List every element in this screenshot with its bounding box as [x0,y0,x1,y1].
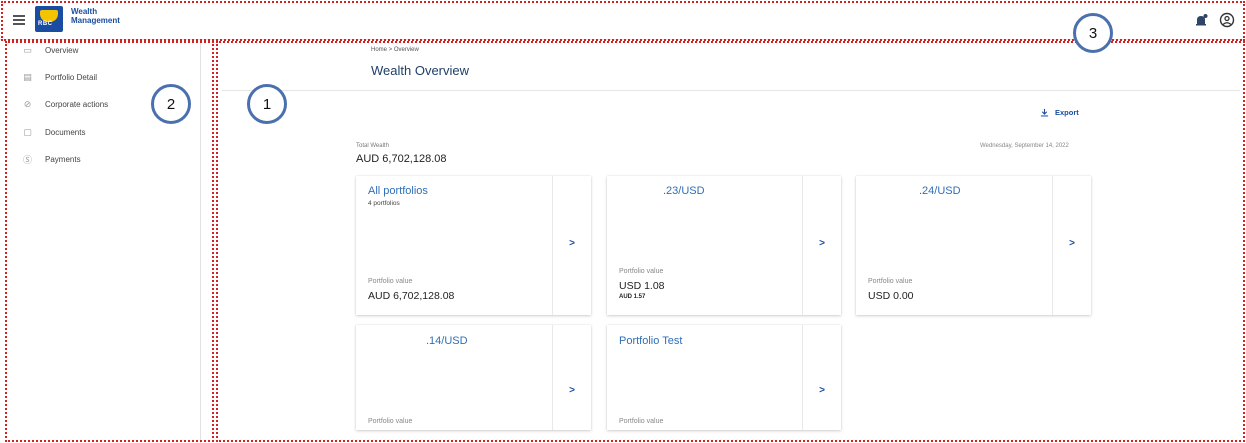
total-wealth-label: Total Wealth [356,143,389,149]
card-separator [1052,176,1053,315]
chevron-right-icon[interactable]: > [569,385,575,396]
card-separator [802,176,803,315]
chevron-right-icon[interactable]: > [1069,238,1075,249]
hamburger-menu-icon[interactable] [13,15,25,25]
page-title: Wealth Overview [371,63,470,78]
card-title[interactable]: Portfolio Test [619,335,682,347]
export-button[interactable]: Export [1040,108,1079,117]
card-subtitle: 4 portfolios [368,200,400,207]
portfolio-value-label: Portfolio value [868,278,913,285]
card-title[interactable]: All portfolios [368,185,428,197]
annotation-badge-3: 3 [1073,13,1113,53]
notification-bell-icon[interactable] [1193,12,1209,28]
top-bar [0,0,1246,40]
sidebar-item-label: Overview [45,45,79,55]
export-label: Export [1055,108,1079,117]
logo-text: RBC [38,21,53,27]
chevron-right-icon[interactable]: > [819,385,825,396]
portfolio-card-23-usd[interactable]: .23/USD Portfolio value USD 1.08 AUD 1.5… [607,176,841,315]
portfolio-card-portfolio-test[interactable]: Portfolio Test Portfolio value > [607,325,841,430]
total-wealth-value: AUD 6,702,128.08 [356,153,447,165]
annotation-badge-1: 1 [247,84,287,124]
portfolio-card-all[interactable]: All portfolios 4 portfolios Portfolio va… [356,176,591,315]
brand-line-1: Wealth [71,7,98,16]
user-account-icon[interactable] [1219,12,1235,28]
portfolio-value-label: Portfolio value [619,418,664,425]
card-separator [552,325,553,430]
portfolio-value-secondary: AUD 1.57 [619,294,646,300]
chevron-right-icon[interactable]: > [569,238,575,249]
portfolio-value-label: Portfolio value [619,268,664,275]
portfolio-value: USD 0.00 [868,290,914,302]
sidebar-item-documents[interactable]: ▢ Documents [22,124,85,140]
sidebar-item-payments[interactable]: Ⓢ Payments [22,151,81,167]
chevron-right-icon[interactable]: > [819,238,825,249]
portfolio-value-label: Portfolio value [368,278,413,285]
portfolio-card-14-usd[interactable]: .14/USD Portfolio value > [356,325,591,430]
corporate-actions-icon: ⊘ [23,98,32,109]
current-date: Wednesday, September 14, 2022 [980,143,1069,149]
brand-line-2: Management [71,16,120,25]
header-divider [222,90,1240,91]
brand-name: Wealth Management [71,7,120,25]
download-icon [1040,108,1049,117]
annotation-badge-2: 2 [151,84,191,124]
sidebar-item-label: Corporate actions [45,99,109,109]
portfolio-detail-icon: ▤ [23,71,32,82]
breadcrumb[interactable]: Home > Overview [371,47,419,53]
card-separator [552,176,553,315]
card-title[interactable]: .24/USD [919,185,961,197]
sidebar-item-portfolio-detail[interactable]: ▤ Portfolio Detail [22,69,97,85]
sidebar-item-overview[interactable]: ▭ Overview [22,42,78,58]
sidebar-divider [200,41,201,443]
portfolio-card-24-usd[interactable]: .24/USD Portfolio value USD 0.00 > [856,176,1091,315]
portfolio-value-label: Portfolio value [368,418,413,425]
payments-icon: Ⓢ [22,154,32,165]
sidebar-item-label: Documents [45,127,86,137]
card-separator [802,325,803,430]
card-title[interactable]: .23/USD [663,185,705,197]
sidebar-item-label: Portfolio Detail [45,72,98,82]
portfolio-value: USD 1.08 [619,280,665,292]
card-title[interactable]: .14/USD [426,335,468,347]
overview-icon: ▭ [23,44,32,55]
portfolio-value: AUD 6,702,128.08 [368,290,455,302]
sidebar-item-corporate-actions[interactable]: ⊘ Corporate actions [22,96,108,112]
documents-icon: ▢ [23,126,32,137]
sidebar-item-label: Payments [45,154,81,164]
rbc-logo[interactable]: RBC [35,6,63,32]
